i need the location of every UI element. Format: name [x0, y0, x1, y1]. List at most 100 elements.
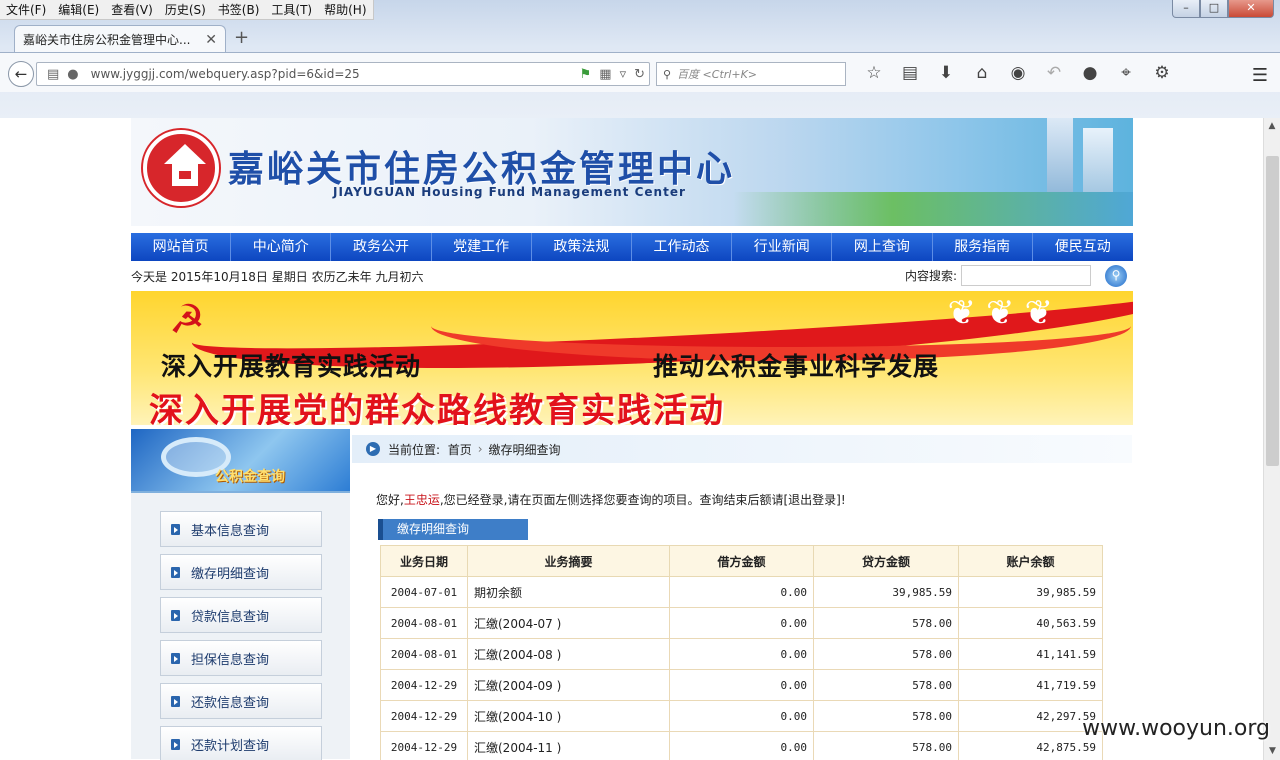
nav-online-query[interactable]: 网上查询: [832, 233, 933, 261]
col-debit: 借方金额: [669, 545, 814, 577]
reload-icon[interactable]: ↻: [634, 67, 645, 82]
banner-slogan-3: 深入开展党的群众路线教育实践活动: [149, 391, 725, 425]
window-controls: – □ ✕: [1172, 0, 1274, 18]
menu-view[interactable]: 查看(V): [105, 0, 159, 19]
user-name: 王忠运: [403, 493, 440, 507]
chat-icon[interactable]: ◉: [1000, 62, 1036, 84]
cell-debit: 0.00: [669, 607, 814, 639]
nav-industry[interactable]: 行业新闻: [732, 233, 833, 261]
sidebar-item-guarantee-info[interactable]: 担保信息查询: [160, 640, 322, 676]
back-arrow-icon[interactable]: ←: [8, 61, 34, 87]
sidebar-item-loan-info[interactable]: 贷款信息查询: [160, 597, 322, 633]
menu-file[interactable]: 文件(F): [0, 0, 52, 19]
banner-slogan-1: 深入开展教育实践活动: [161, 352, 422, 381]
lunar-year: 农历乙未年: [311, 269, 372, 284]
scroll-up-icon[interactable]: ▲: [1264, 118, 1280, 135]
new-tab-icon[interactable]: +: [234, 27, 249, 48]
qr-icon[interactable]: ▦: [599, 67, 611, 82]
extension-icon[interactable]: ⚙: [1144, 62, 1180, 84]
sidebar-item-repayment-info[interactable]: 还款信息查询: [160, 683, 322, 719]
navigation-toolbar: ← ▤ ● www.jyggjj.com/webquery.asp?pid=6&…: [0, 52, 1280, 92]
cell-credit: 578.00: [813, 731, 959, 760]
nav-party[interactable]: 党建工作: [432, 233, 532, 261]
cell-date: 2004-07-01: [380, 576, 468, 608]
cell-summary: 汇缴(2004-11 ): [467, 731, 670, 760]
tab-title: 嘉峪关市住房公积金管理中心...: [23, 33, 191, 47]
play-icon: ▶: [366, 442, 380, 456]
building-graphic: [1047, 118, 1073, 198]
close-tab-icon[interactable]: ✕: [205, 32, 217, 48]
minimize-icon[interactable]: –: [1172, 0, 1200, 18]
building-graphic: [1083, 128, 1113, 198]
scroll-thumb[interactable]: [1266, 156, 1279, 466]
address-bar[interactable]: ▤ ● www.jyggjj.com/webquery.asp?pid=6&id…: [36, 62, 650, 86]
sidebar-item-label: 基本信息查询: [191, 523, 270, 539]
cell-balance: 40,563.59: [958, 607, 1103, 639]
chevron-right-icon: ›: [477, 442, 483, 456]
col-credit: 贷方金额: [813, 545, 959, 577]
browser-tab[interactable]: 嘉峪关市住房公积金管理中心... ✕: [14, 25, 226, 53]
watermark-text: www.wooyun.org: [1082, 716, 1270, 741]
cell-debit: 0.00: [669, 638, 814, 670]
crumb-home[interactable]: 首页: [448, 441, 472, 458]
cell-date: 2004-12-29: [380, 669, 468, 701]
sidebar-item-deposit-detail[interactable]: 缴存明细查询: [160, 554, 322, 590]
reading-list-icon[interactable]: ▤: [892, 62, 928, 84]
menu-tools[interactable]: 工具(T): [265, 0, 318, 19]
date-label: 今天是: [131, 269, 168, 284]
scroll-down-icon[interactable]: ▼: [1264, 743, 1280, 760]
vertical-scrollbar[interactable]: ▲ ▼: [1263, 118, 1280, 760]
close-window-icon[interactable]: ✕: [1228, 0, 1274, 18]
sidebar-item-repayment-plan[interactable]: 还款计划查询: [160, 726, 322, 760]
nav-about[interactable]: 中心简介: [231, 233, 332, 261]
col-date: 业务日期: [380, 545, 468, 577]
table-row: 2004-12-29 汇缴(2004-11 ) 0.00 578.00 42,8…: [380, 731, 1103, 760]
table-header-row: 业务日期 业务摘要 借方金额 贷方金额 账户余额: [380, 545, 1103, 577]
maximize-icon[interactable]: □: [1200, 0, 1228, 18]
dropdown-icon[interactable]: ▿: [620, 67, 627, 82]
cell-debit: 0.00: [669, 576, 814, 608]
url-text[interactable]: www.jyggjj.com/webquery.asp?pid=6&id=25: [83, 67, 576, 81]
sidebar-item-basic-info[interactable]: 基本信息查询: [160, 511, 322, 547]
table-row: 2004-07-01 期初余额 0.00 39,985.59 39,985.59: [380, 576, 1103, 608]
sidebar-title: 公积金查询: [215, 469, 285, 485]
nav-interact[interactable]: 便民互动: [1033, 233, 1133, 261]
menu-edit[interactable]: 编辑(E): [52, 0, 105, 19]
deposit-table-wrapper: 业务日期 业务摘要 借方金额 贷方金额 账户余额 2004-07-01 期初余额…: [380, 545, 1103, 760]
comment-icon[interactable]: ●: [1072, 62, 1108, 84]
nav-news[interactable]: 工作动态: [632, 233, 733, 261]
hamburger-menu-icon[interactable]: ☰: [1252, 65, 1268, 86]
cell-credit: 578.00: [813, 607, 959, 639]
greeting-prefix: 您好,: [376, 493, 404, 507]
nav-policy[interactable]: 政策法规: [532, 233, 632, 261]
menu-history[interactable]: 历史(S): [159, 0, 212, 19]
cell-summary: 汇缴(2004-09 ): [467, 669, 670, 701]
banner-slogan-2: 推动公积金事业科学发展: [653, 352, 940, 381]
browser-chrome: 文件(F) 编辑(E) 查看(V) 历史(S) 书签(B) 工具(T) 帮助(H…: [0, 0, 1280, 118]
download-icon[interactable]: ⬇: [928, 62, 964, 84]
bookmark-star-icon[interactable]: ☆: [856, 62, 892, 84]
arrow-icon: [171, 566, 180, 578]
site-header: 嘉峪关市住房公积金管理中心 JIAYUGUAN Housing Fund Man…: [131, 118, 1133, 226]
crop-icon[interactable]: ⌖: [1108, 62, 1144, 84]
table-title: 缴存明细查询: [378, 519, 528, 540]
nav-service[interactable]: 服务指南: [933, 233, 1033, 261]
crumb-label: 当前位置:: [388, 442, 441, 457]
info-icon[interactable]: ●: [67, 67, 78, 82]
menu-bookmarks[interactable]: 书签(B): [212, 0, 266, 19]
campaign-banner: ☭ ❦❦❦ 深入开展教育实践活动 推动公积金事业科学发展 深入开展党的群众路线教…: [131, 291, 1133, 425]
search-box[interactable]: ⚲ 百度 <Ctrl+K>: [656, 62, 846, 86]
cell-balance: 41,719.59: [958, 669, 1103, 701]
content-search-input[interactable]: [961, 265, 1091, 286]
nav-public-affairs[interactable]: 政务公开: [331, 233, 432, 261]
date-text: 2015年10月18日: [170, 269, 268, 284]
sidebar-item-label: 贷款信息查询: [191, 609, 270, 625]
shield-icon[interactable]: ⚑: [580, 67, 592, 82]
table-row: 2004-12-29 汇缴(2004-09 ) 0.00 578.00 41,7…: [380, 669, 1103, 701]
undo-icon[interactable]: ↶: [1036, 62, 1072, 84]
nav-home[interactable]: 网站首页: [131, 233, 232, 261]
home-icon[interactable]: ⌂: [964, 62, 1000, 84]
menu-help[interactable]: 帮助(H): [318, 0, 372, 19]
search-button-icon[interactable]: ⚲: [1105, 265, 1127, 287]
query-sidebar: 公积金查询 基本信息查询 缴存明细查询 贷款信息查询 担保信息查询 还款信息查询: [131, 429, 350, 760]
